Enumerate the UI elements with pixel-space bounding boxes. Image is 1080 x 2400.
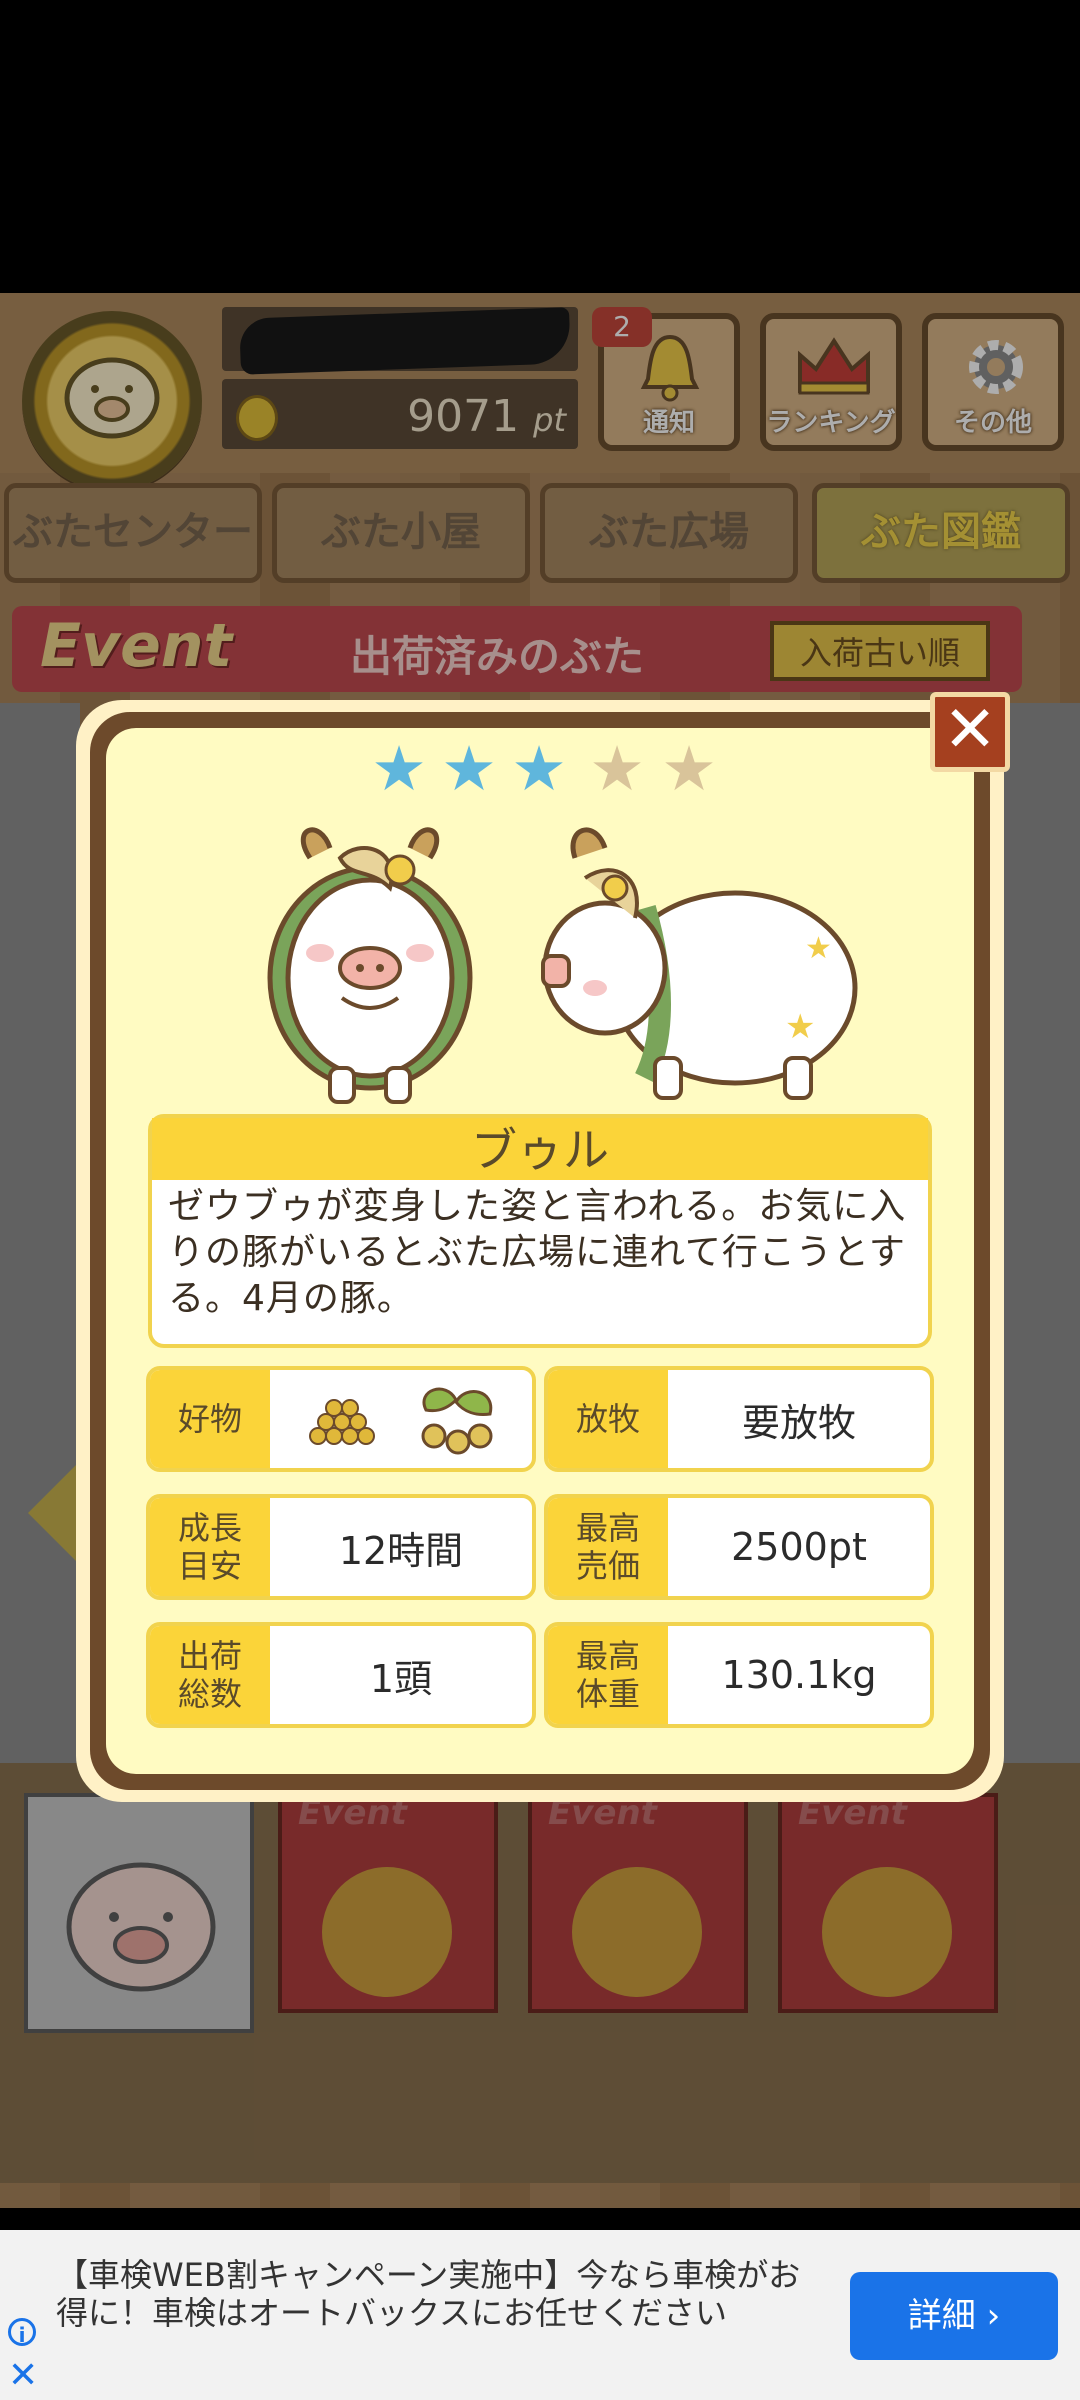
stat-growth-time: 成長 目安 12時間 xyxy=(146,1494,536,1600)
stat-max-weight-label: 最高 体重 xyxy=(548,1626,668,1724)
ad-details-button[interactable]: 詳細 › xyxy=(850,2272,1058,2360)
close-button[interactable]: ✕ xyxy=(930,692,1010,772)
stat-shipped-total: 出荷 総数 1頭 xyxy=(146,1622,536,1728)
stat-grazing-value: 要放牧 xyxy=(741,1400,856,1445)
stat-max-price: 最高 売価 2500pt xyxy=(544,1494,934,1600)
pig-front-illustration xyxy=(267,827,473,1104)
grain-icon xyxy=(309,1399,375,1445)
ad-info-icon[interactable]: i xyxy=(8,2318,36,2347)
stat-max-weight-value: 130.1kg xyxy=(721,1653,877,1697)
stat-growth-value: 12時間 xyxy=(338,1528,464,1573)
stat-max-price-label: 最高 売価 xyxy=(548,1498,668,1596)
pig-name: ブゥル xyxy=(152,1118,928,1180)
rating-star-1: ★ xyxy=(371,732,427,805)
stat-favorite-food: 好物 xyxy=(146,1366,536,1472)
pig-description: ゼウブゥが変身した姿と言われる。お気に入りの豚がいるとぶた広場に連れて行こうとす… xyxy=(168,1186,907,1319)
rating-star-3: ★ xyxy=(511,732,567,805)
ad-text[interactable]: 【車検WEB割キャンペーン実施中】今なら車検がお得に！車検はオートバックスにお任… xyxy=(56,2256,826,2332)
stat-favorite-label: 好物 xyxy=(150,1370,270,1468)
stat-shipped-label: 出荷 総数 xyxy=(150,1626,270,1724)
stat-grazing: 放牧 要放牧 xyxy=(544,1366,934,1472)
stat-shipped-value: 1頭 xyxy=(369,1656,433,1701)
rating-star-2: ★ xyxy=(441,732,497,805)
stat-max-weight: 最高 体重 130.1kg xyxy=(544,1622,934,1728)
rating-star-5: ★ xyxy=(661,732,717,805)
stat-max-price-value: 2500pt xyxy=(731,1525,867,1569)
pig-side-illustration: ★ ★ xyxy=(541,827,858,1100)
ad-close-icon[interactable]: ✕ xyxy=(8,2358,38,2394)
soybean-icon xyxy=(421,1387,493,1455)
svg-text:★: ★ xyxy=(805,931,832,966)
status-area xyxy=(0,0,1080,293)
stat-growth-label: 成長 目安 xyxy=(150,1498,270,1596)
rating-star-4: ★ xyxy=(589,732,645,805)
stat-grazing-label: 放牧 xyxy=(548,1370,668,1468)
svg-text:★: ★ xyxy=(785,1007,815,1047)
spacer xyxy=(0,2208,1080,2230)
